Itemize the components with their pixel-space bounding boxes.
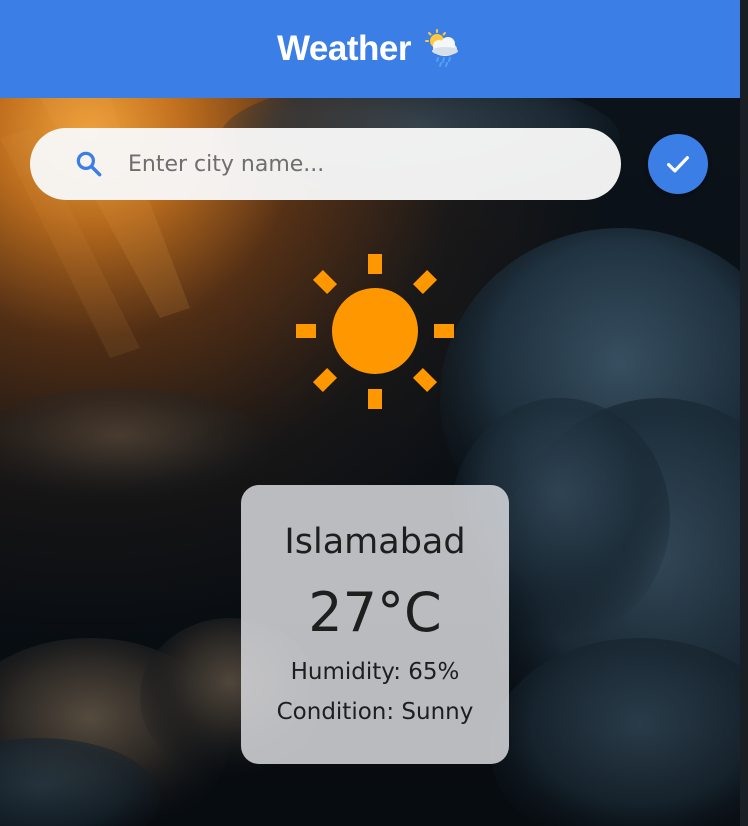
temperature-value: 27°C [308,581,442,644]
sun-behind-rain-cloud-icon [424,29,458,67]
app-title-group: Weather [277,29,463,69]
city-name: Islamabad [284,522,466,562]
search-submit-button[interactable] [648,134,708,194]
weather-info-card: Islamabad 27°C Humidity: 65% Condition: … [241,485,509,764]
search-icon [76,151,102,177]
check-icon [667,156,689,173]
condition-text: Condition: Sunny [276,699,474,725]
sun-icon [296,254,454,409]
city-search-input[interactable] [126,150,600,178]
search-bar[interactable] [30,128,621,200]
app-bar: Weather [0,0,740,98]
weather-app: Weather Enter city name... Islamabad 27°… [0,0,748,826]
humidity-text: Humidity: 65% [290,659,460,685]
window-edge [740,0,748,826]
app-title: Weather [277,29,411,68]
